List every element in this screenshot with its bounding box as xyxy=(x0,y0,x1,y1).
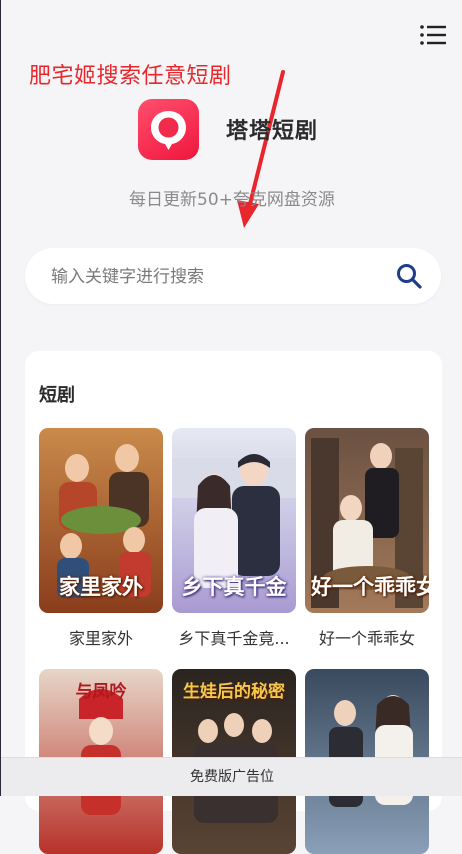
app-name: 塔塔短剧 xyxy=(226,119,319,144)
drama-poster[interactable]: 乡下真千金 xyxy=(172,428,296,613)
poster-overlay-title: 乡下真千金 xyxy=(181,574,287,599)
app-logo xyxy=(138,99,199,160)
location-pin-logo-icon xyxy=(151,111,186,150)
poster-overlay-title: 家里家外 xyxy=(59,574,143,599)
poster-overlay-title: 与凤吟 xyxy=(75,682,127,702)
poster-overlay-title: 生娃后的秘密 xyxy=(183,682,285,702)
drama-title[interactable]: 家里家外 xyxy=(39,625,163,649)
search-icon[interactable] xyxy=(395,262,423,290)
ad-banner[interactable]: 免费版广告位 xyxy=(1,757,462,796)
annotation-text: 肥宅姬搜索任意短剧 xyxy=(29,64,232,89)
search-input[interactable] xyxy=(49,248,393,306)
drama-title[interactable]: 乡下真千金竟... xyxy=(172,625,296,649)
menu-icon[interactable] xyxy=(420,24,446,46)
section-title: 短剧 xyxy=(39,385,75,406)
drama-title[interactable]: 好一个乖乖女 xyxy=(305,625,429,649)
drama-poster[interactable]: 好一个乖乖女 xyxy=(305,428,429,613)
drama-section: 短剧 家里家外 家里家外 乡下真千金 乡下真千金竟... 好一个乖乖女 好一个乖… xyxy=(25,351,442,854)
app-tagline: 每日更新50+夸克网盘资源 xyxy=(129,190,335,210)
drama-poster[interactable]: 家里家外 xyxy=(39,428,163,613)
search-bar xyxy=(25,248,441,306)
poster-overlay-title: 好一个乖乖女 xyxy=(311,574,429,599)
